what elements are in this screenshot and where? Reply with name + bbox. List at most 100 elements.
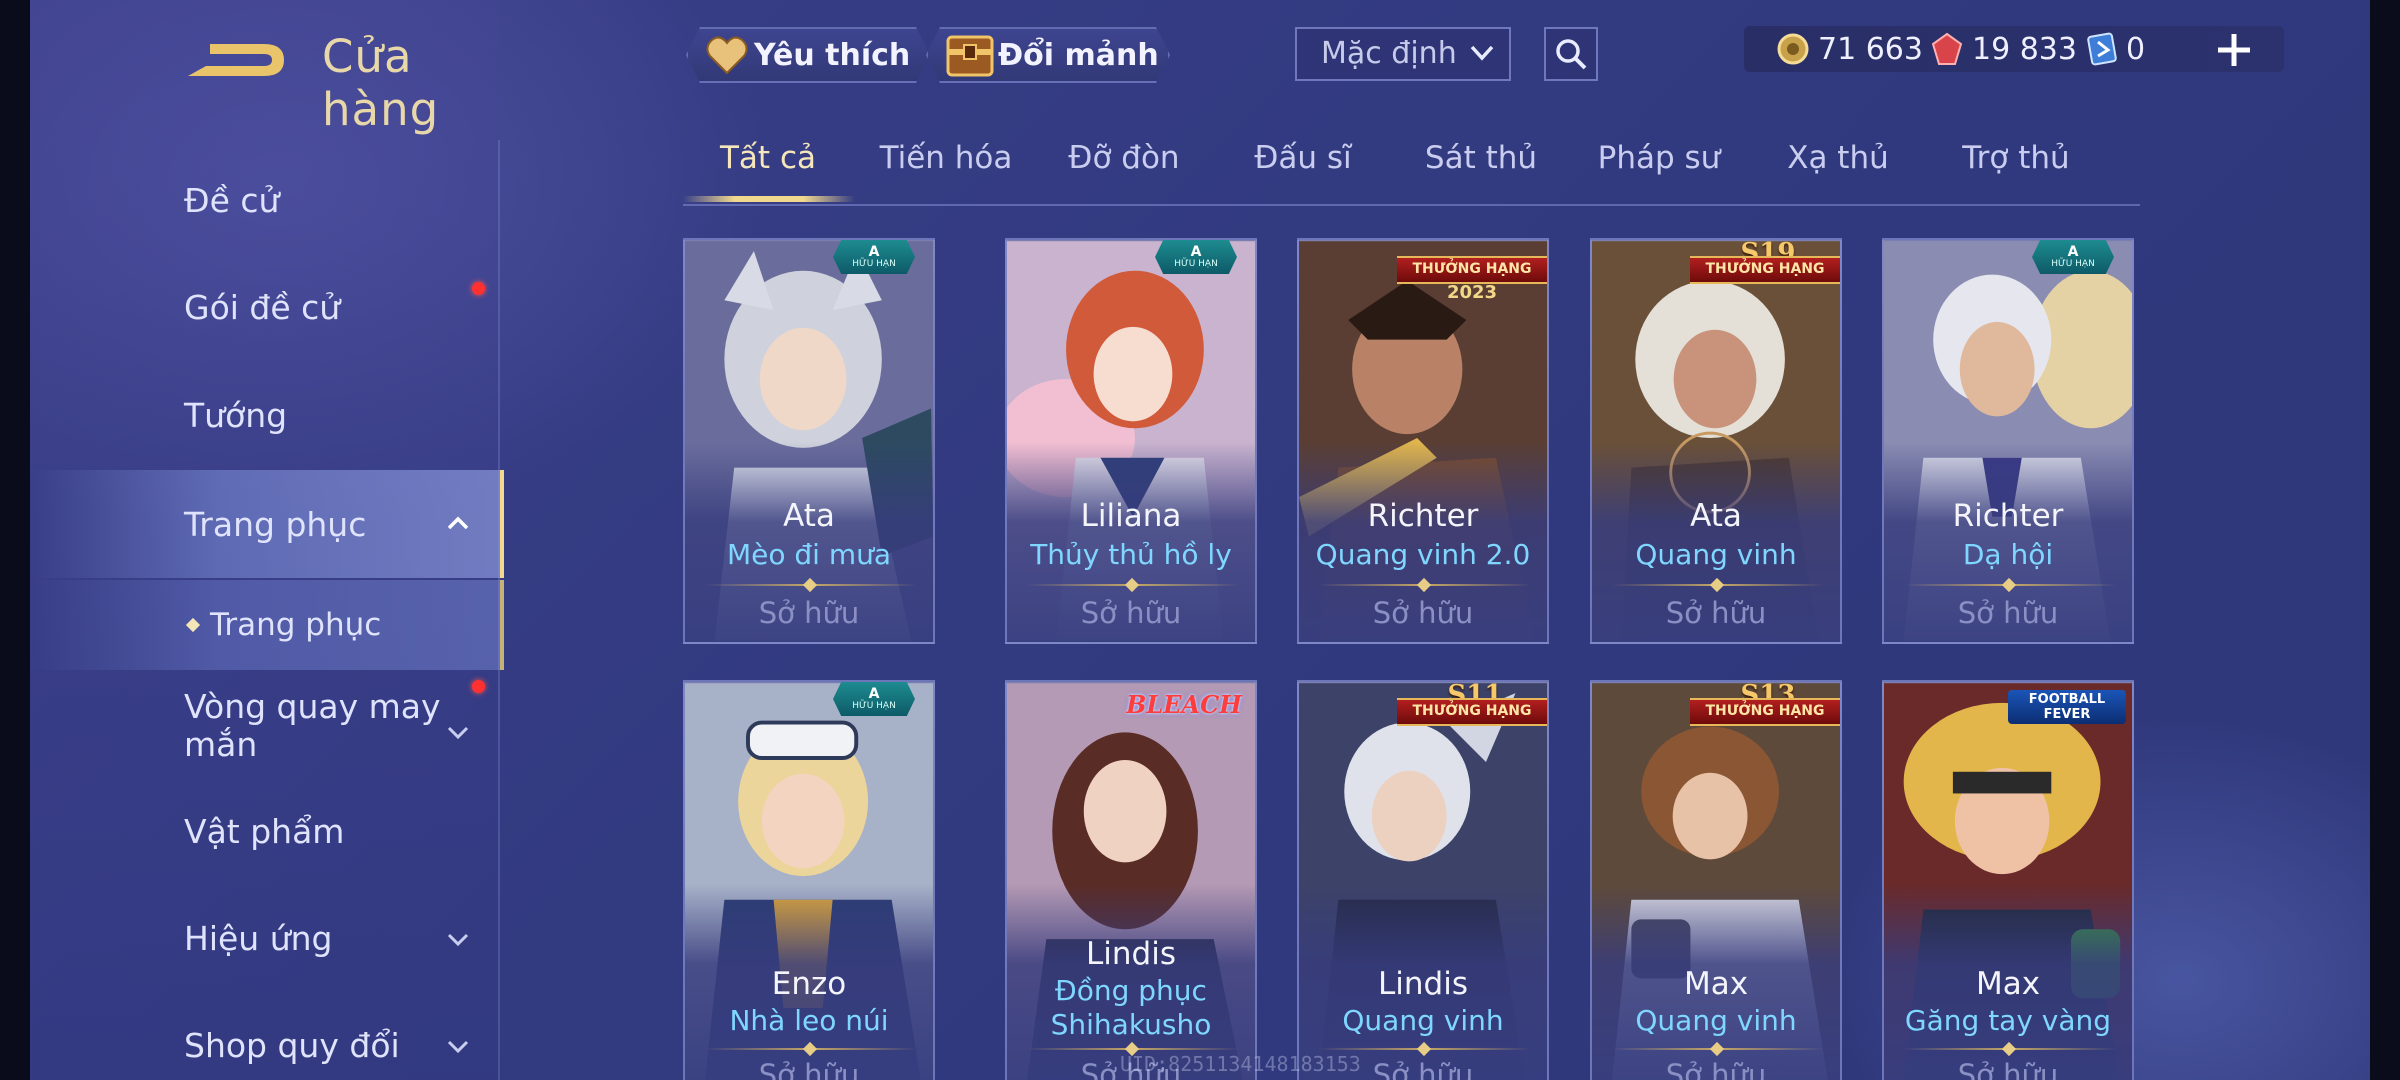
voucher-amount: 0 [2126, 31, 2146, 67]
gold-currency: 71 663 [1776, 26, 1923, 72]
limited-badge: A HỮU HẠN [2032, 240, 2114, 274]
page-title: Cửa hàng [322, 30, 440, 136]
tab-label: Tiến hóa [879, 140, 1013, 176]
owned-status: Sở hữu [1957, 596, 2059, 630]
skin-card[interactable]: BLEACH Lindis Đồng phục Shihakusho Sở hữ… [1005, 680, 1257, 1080]
skin-card[interactable]: A HỮU HẠN Enzo Nhà leo núi Sở hữu [683, 680, 935, 1080]
rank-reward-text: THƯỞNG HẠNG [1397, 698, 1547, 726]
rank-reward-badge: THƯỞNG HẠNG 2023 [1397, 240, 1547, 303]
limited-badge: A HỮU HẠN [1155, 240, 1237, 274]
plus-icon[interactable] [2212, 28, 2256, 72]
skin-name: Quang vinh [1635, 1004, 1797, 1037]
tab-label: Sát thủ [1424, 140, 1538, 176]
owned-status: Sở hữu [1080, 596, 1182, 630]
currency-bar: 71 663 19 833 0 [1744, 26, 2284, 72]
uid-watermark: UID:8251134148183153 [1120, 1052, 1361, 1076]
chevron-down-icon [447, 933, 469, 947]
badge-text: HỮU HẠN [1174, 258, 1218, 269]
sidebar-item-effects[interactable]: Hiệu ứng [30, 893, 500, 983]
tab-support[interactable]: Trợ thủ [1931, 140, 2101, 202]
sidebar-item-heroes[interactable]: Tướng [30, 370, 500, 460]
skin-card[interactable]: A HỮU HẠN Richter Dạ hội Sở hữu [1882, 238, 2134, 644]
hero-name: Enzo [771, 966, 847, 1002]
tab-evolution[interactable]: Tiến hóa [861, 140, 1031, 202]
favorites-label: Yêu thích [754, 37, 911, 73]
limited-badge: A HỮU HẠN [833, 682, 915, 716]
owned-status: Sở hữu [1665, 596, 1767, 630]
hero-name: Ata [783, 498, 835, 534]
skin-name: Mèo đi mưa [726, 538, 892, 571]
rank-reward-badge: S19 THƯỞNG HẠNG [1690, 240, 1840, 296]
sidebar-item-items[interactable]: Vật phẩm [30, 786, 500, 876]
tab-tank[interactable]: Đỡ đòn [1039, 140, 1209, 202]
skin-card[interactable]: S11 THƯỞNG HẠNG Lindis Quang vinh Sở hữu [1297, 680, 1549, 1080]
treasure-chest-icon [944, 31, 996, 79]
tab-all[interactable]: Tất cả [683, 140, 855, 202]
sort-dropdown[interactable]: Mặc định [1295, 27, 1511, 81]
badge-grade: A [1190, 243, 1202, 260]
back-arrow-icon[interactable] [180, 34, 290, 86]
tab-label: Pháp sư [1597, 140, 1721, 176]
sidebar-item-label: Shop quy đổi [184, 1025, 400, 1065]
badge-grade: A [868, 685, 880, 702]
tab-label: Đỡ đòn [1068, 140, 1180, 176]
sidebar-item-recommended-packs[interactable]: Gói đề cử [30, 262, 500, 352]
rank-reward-year: 2023 [1446, 282, 1498, 303]
owned-status: Sở hữu [758, 1058, 860, 1080]
skin-name: Quang vinh [1342, 1004, 1504, 1037]
heart-icon [706, 35, 748, 75]
chevron-down-icon [1470, 45, 1494, 61]
gold-coin-icon [1777, 33, 1809, 65]
exchange-fragments-button[interactable]: Đổi mảnh [926, 27, 1170, 83]
owned-status: Sở hữu [758, 596, 860, 630]
skin-card[interactable]: FOOTBALL FEVER Max Găng tay vàng Sở hữu [1882, 680, 2134, 1080]
bleach-collab-badge: BLEACH [1126, 690, 1242, 719]
skin-name: Nhà leo núi [729, 1004, 889, 1037]
tab-label: Trợ thủ [1962, 140, 2070, 176]
rank-reward-text: THƯỞNG HẠNG [1690, 698, 1840, 726]
hero-name: Max [1975, 966, 2041, 1002]
sidebar-item-label: Trang phục [184, 504, 367, 544]
skin-card[interactable]: A HỮU HẠN Ata Mèo đi mưa Sở hữu [683, 238, 935, 644]
tab-label: Đấu sĩ [1254, 140, 1352, 176]
gem-currency: 19 833 [1930, 26, 2077, 72]
sidebar-item-exchange-shop[interactable]: Shop quy đổi [30, 1000, 500, 1080]
favorites-button[interactable]: Yêu thích [686, 27, 930, 83]
tab-mage[interactable]: Pháp sư [1574, 140, 1744, 202]
football-fever-badge: FOOTBALL FEVER [2008, 690, 2126, 724]
sidebar-item-label: Trang phục [210, 607, 382, 643]
sidebar-item-label: Tướng [184, 395, 288, 435]
sidebar-item-skins[interactable]: Trang phục [30, 470, 504, 578]
hero-name: Max [1683, 966, 1749, 1002]
sidebar-item-recommended[interactable]: Đề cử [30, 155, 500, 245]
tab-marksman[interactable]: Xạ thủ [1753, 140, 1923, 202]
skin-card[interactable]: THƯỞNG HẠNG 2023 Richter Quang vinh 2.0 … [1297, 238, 1549, 644]
search-button[interactable] [1544, 27, 1598, 81]
tab-label: Tất cả [720, 140, 816, 176]
hero-name: Richter [1952, 498, 2064, 534]
badge-text: HỮU HẠN [2051, 258, 2095, 269]
limited-badge: A HỮU HẠN [833, 240, 915, 274]
skin-card[interactable]: A HỮU HẠN Liliana Thủy thủ hồ ly Sở hữu [1005, 238, 1257, 644]
tab-assassin[interactable]: Sát thủ [1396, 140, 1566, 202]
sidebar-item-label: Hiệu ứng [184, 918, 333, 958]
sidebar-item-label: Gói đề cử [184, 287, 341, 327]
sidebar-subitem-skins[interactable]: Trang phục [30, 580, 504, 670]
badge-text: HỮU HẠN [852, 258, 896, 269]
notification-dot [472, 680, 485, 693]
hero-name: Richter [1367, 498, 1479, 534]
hero-name: Lindis [1378, 966, 1468, 1002]
skin-card[interactable]: S19 THƯỞNG HẠNG Ata Quang vinh Sở hữu [1590, 238, 1842, 644]
rank-reward-badge: S13 THƯỞNG HẠNG [1690, 682, 1840, 738]
sidebar-item-label: Vật phẩm [184, 811, 345, 851]
badge-grade: A [868, 243, 880, 260]
skin-card[interactable]: S13 THƯỞNG HẠNG Max Quang vinh Sở hữu [1590, 680, 1842, 1080]
sidebar-item-lucky-spin[interactable]: Vòng quay may mắn [30, 676, 500, 776]
hero-name: Ata [1690, 498, 1742, 534]
tab-warrior[interactable]: Đấu sĩ [1218, 140, 1388, 202]
rank-reward-badge: S11 THƯỞNG HẠNG [1397, 682, 1547, 738]
role-tabs: Tất cả Tiến hóa Đỡ đòn Đấu sĩ Sát thủ Ph… [683, 140, 2140, 206]
red-gem-icon [1931, 32, 1963, 65]
exchange-fragments-label: Đổi mảnh [998, 37, 1159, 73]
tab-label: Xạ thủ [1787, 140, 1889, 176]
